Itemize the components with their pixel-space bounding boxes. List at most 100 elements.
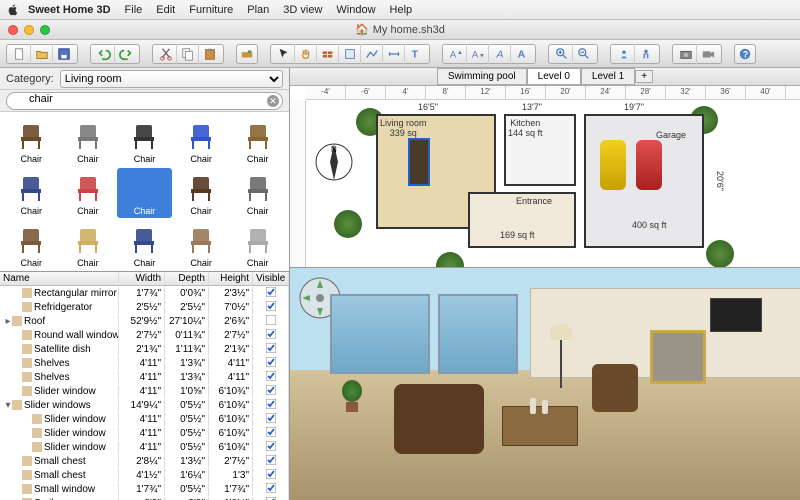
help-button[interactable]: ? — [734, 44, 756, 64]
tab-swimming-pool[interactable]: Swimming pool — [437, 68, 527, 85]
catalog-item[interactable]: Chair — [4, 220, 59, 270]
furniture-row[interactable]: Shelves 4'11"1'3¾"4'11" — [0, 370, 289, 384]
menu-furniture[interactable]: Furniture — [189, 4, 233, 16]
add-furniture-button[interactable] — [236, 44, 258, 64]
italic-button[interactable]: A — [489, 44, 511, 64]
create-rooms-button[interactable] — [339, 44, 361, 64]
catalog-item[interactable]: Chair — [61, 220, 116, 270]
catalog-item[interactable]: Chair — [117, 220, 172, 270]
menu-help[interactable]: Help — [390, 4, 413, 16]
car-red[interactable] — [636, 140, 662, 190]
car-yellow[interactable] — [600, 140, 626, 190]
tab-level-1[interactable]: Level 1 — [581, 68, 635, 85]
visible-checkbox[interactable] — [253, 370, 289, 385]
visible-checkbox[interactable] — [253, 356, 289, 371]
bold-button[interactable]: A — [511, 44, 533, 64]
visible-checkbox[interactable] — [253, 300, 289, 315]
furniture-row[interactable]: Refridgerator 2'5½"2'5½"7'0½" — [0, 300, 289, 314]
bush[interactable] — [334, 210, 362, 238]
furniture-row[interactable]: ▸Roof 52'9½"27'10¼"2'6¾" — [0, 314, 289, 328]
furniture-row[interactable]: Small window 1'7¾"0'5½"1'7¾" — [0, 482, 289, 496]
tree-toggle-icon[interactable]: ▾ — [4, 400, 12, 411]
furniture-row[interactable]: Rectangular mirror 1'7¾"0'0¾"2'3½" — [0, 286, 289, 300]
menu-3dview[interactable]: 3D view — [283, 4, 322, 16]
compass-icon[interactable]: N — [312, 140, 356, 184]
furniture-row[interactable]: Smiley 0'9"0'9"1'0½" — [0, 496, 289, 500]
window-titlebar[interactable]: 🏠 My home.sh3d — [0, 20, 800, 40]
col-visible[interactable]: Visible — [253, 272, 289, 285]
col-width[interactable]: Width — [119, 272, 165, 285]
menu-edit[interactable]: Edit — [156, 4, 175, 16]
create-dimensions-button[interactable] — [383, 44, 405, 64]
furniture-list-header[interactable]: Name Width Depth Height Visible — [0, 272, 289, 286]
catalog-item[interactable]: Chair — [117, 168, 172, 218]
furniture-row[interactable]: Small chest 4'1½"1'6¼"1'3" — [0, 468, 289, 482]
tab-level-0[interactable]: Level 0 — [527, 68, 581, 85]
search-input[interactable] — [29, 93, 262, 105]
new-button[interactable] — [9, 44, 31, 64]
catalog-item[interactable]: Chair — [4, 116, 59, 166]
col-name[interactable]: Name — [0, 272, 119, 285]
furniture-row[interactable]: Small chest 2'8¼"1'3½"2'7½" — [0, 454, 289, 468]
plan-canvas[interactable]: N Living room339 sq 16'5" Kitchen144 sq … — [306, 100, 800, 267]
visible-checkbox[interactable] — [253, 440, 289, 455]
visible-checkbox[interactable] — [253, 454, 289, 469]
visible-checkbox[interactable] — [253, 412, 289, 427]
aerial-view-button[interactable] — [613, 44, 635, 64]
zoom-out-button[interactable] — [573, 44, 595, 64]
furniture-row[interactable]: Slider window 4'11"1'0⅝"6'10¾" — [0, 384, 289, 398]
plan-view[interactable]: Swimming pool Level 0 Level 1 + -4'-6'4'… — [290, 68, 800, 268]
visible-checkbox[interactable] — [253, 468, 289, 483]
catalog-item[interactable]: Chair — [230, 116, 285, 166]
pan-tool-button[interactable] — [295, 44, 317, 64]
virtual-visit-button[interactable] — [635, 44, 657, 64]
furniture-row[interactable]: Slider window 4'11"0'5½"6'10¾" — [0, 426, 289, 440]
catalog-item[interactable]: Chair — [174, 168, 229, 218]
bush[interactable] — [706, 240, 734, 268]
furniture-row[interactable]: Round wall window 2'7½"0'11¾"2'7½" — [0, 328, 289, 342]
select-tool-button[interactable] — [273, 44, 295, 64]
visible-checkbox[interactable] — [253, 342, 289, 357]
visible-checkbox[interactable] — [253, 426, 289, 441]
menu-file[interactable]: File — [125, 4, 143, 16]
cut-button[interactable] — [155, 44, 177, 64]
menu-plan[interactable]: Plan — [247, 4, 269, 16]
3d-view[interactable] — [290, 268, 800, 500]
add-level-button[interactable]: + — [635, 70, 653, 83]
undo-button[interactable] — [93, 44, 115, 64]
catalog-item[interactable]: Chair — [117, 116, 172, 166]
furniture-catalog[interactable]: Chair Chair Chair Chair — [0, 112, 289, 272]
catalog-item[interactable]: Chair — [174, 220, 229, 270]
category-select[interactable]: Living room — [60, 70, 283, 88]
font-decrease-button[interactable]: A▼ — [467, 44, 489, 64]
furniture-list[interactable]: Name Width Depth Height Visible Rectangu… — [0, 272, 289, 500]
bush[interactable] — [436, 252, 464, 268]
furniture-row[interactable]: Slider window 4'11"0'5½"6'10¾" — [0, 412, 289, 426]
app-name[interactable]: Sweet Home 3D — [28, 4, 111, 16]
furniture-row[interactable]: Slider window 4'11"0'5½"6'10¾" — [0, 440, 289, 454]
photo-button[interactable] — [675, 44, 697, 64]
font-increase-button[interactable]: A▲ — [445, 44, 467, 64]
col-depth[interactable]: Depth — [165, 272, 209, 285]
create-text-button[interactable]: T — [405, 44, 427, 64]
selected-sofa[interactable] — [410, 140, 428, 184]
minimize-window-button[interactable] — [24, 25, 34, 35]
zoom-in-button[interactable] — [551, 44, 573, 64]
visible-checkbox[interactable] — [253, 496, 289, 500]
visible-checkbox[interactable] — [253, 286, 289, 301]
catalog-item[interactable]: Chair — [174, 116, 229, 166]
visible-checkbox[interactable] — [253, 384, 289, 399]
catalog-item[interactable]: Chair — [61, 116, 116, 166]
close-window-button[interactable] — [8, 25, 18, 35]
catalog-item[interactable]: Chair — [61, 168, 116, 218]
video-button[interactable] — [697, 44, 719, 64]
catalog-item[interactable]: Chair — [4, 168, 59, 218]
visible-checkbox[interactable] — [253, 328, 289, 343]
copy-button[interactable] — [177, 44, 199, 64]
catalog-item[interactable]: Chair — [230, 220, 285, 270]
paste-button[interactable] — [199, 44, 221, 64]
furniture-row[interactable]: Shelves 4'11"1'3¾"4'11" — [0, 356, 289, 370]
furniture-row[interactable]: ▾Slider windows 14'9¼"0'5½"6'10¾" — [0, 398, 289, 412]
create-walls-button[interactable] — [317, 44, 339, 64]
zoom-window-button[interactable] — [40, 25, 50, 35]
